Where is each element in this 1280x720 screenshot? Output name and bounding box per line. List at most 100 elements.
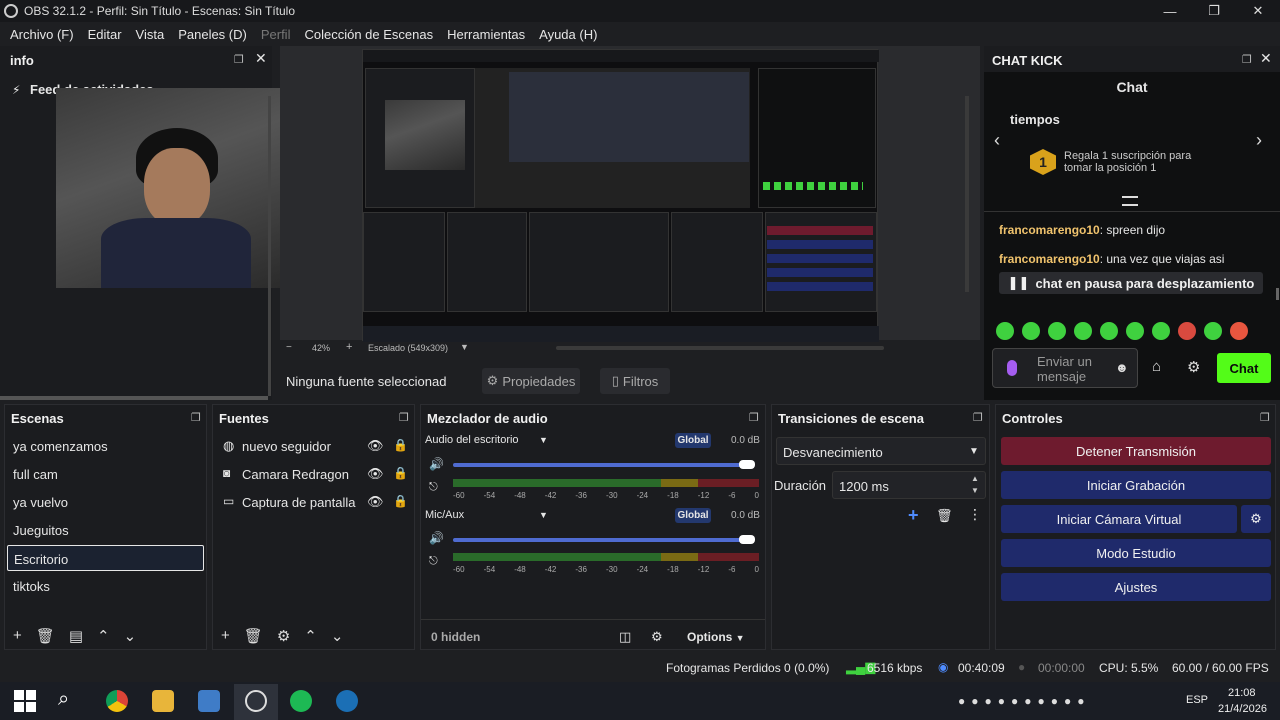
scrollbar[interactable]: [0, 396, 268, 400]
chrome-icon[interactable]: [106, 690, 128, 712]
gear-icon[interactable]: ⚙: [1241, 505, 1271, 533]
undock-icon[interactable]: ❐: [749, 411, 759, 424]
emoji-icon[interactable]: ☻: [1115, 360, 1129, 375]
emote-icon[interactable]: [1074, 322, 1092, 340]
windows-start-icon[interactable]: [14, 690, 36, 712]
trash-icon[interactable]: 🗑: [36, 627, 55, 645]
volume-slider[interactable]: [453, 538, 745, 542]
scene-item[interactable]: Jueguitos: [13, 523, 69, 538]
source-item[interactable]: nuevo seguidor: [242, 439, 331, 454]
gear-icon[interactable]: ⚙: [651, 629, 663, 645]
menu-vista[interactable]: Vista: [136, 27, 165, 42]
properties-button[interactable]: ⚙ Propiedades: [482, 368, 580, 394]
eye-icon[interactable]: 👁: [367, 494, 384, 510]
menu-ayuda[interactable]: Ayuda (H): [539, 27, 597, 42]
chevron-right-icon[interactable]: ›: [1256, 130, 1262, 151]
trash-icon[interactable]: 🗑: [936, 508, 953, 524]
restore-icon[interactable]: ❐: [1192, 0, 1236, 22]
scrollbar[interactable]: [556, 346, 884, 350]
undock-icon[interactable]: ❐: [1242, 53, 1252, 66]
lock-icon[interactable]: 🔒: [393, 466, 408, 480]
minimize-icon[interactable]: —: [1148, 0, 1192, 22]
arrow-up-icon[interactable]: ⌃: [97, 627, 110, 645]
scrollbar[interactable]: [965, 96, 969, 292]
emote-icon[interactable]: [1022, 322, 1040, 340]
send-chat-button[interactable]: Chat: [1217, 353, 1271, 383]
undock-icon[interactable]: ❐: [234, 53, 244, 66]
scrollbar[interactable]: [1276, 288, 1279, 300]
obs-icon[interactable]: [245, 690, 267, 712]
undock-icon[interactable]: ❐: [1260, 411, 1270, 424]
undock-icon[interactable]: ❐: [399, 411, 409, 424]
scene-item-selected[interactable]: Escritorio: [7, 545, 204, 571]
eye-icon[interactable]: 👁: [367, 438, 384, 454]
stop-stream-button[interactable]: Detener Transmisión: [1001, 437, 1271, 465]
scene-item[interactable]: full cam: [13, 467, 58, 482]
arrow-down-icon[interactable]: ⌄: [124, 627, 137, 645]
emote-icon[interactable]: [996, 322, 1014, 340]
folder-icon[interactable]: [152, 690, 174, 712]
volume-icon[interactable]: 🔊: [429, 531, 444, 545]
lock-icon[interactable]: 🔒: [393, 494, 408, 508]
layout-icon[interactable]: ◫: [619, 629, 631, 645]
emote-icon[interactable]: [1100, 322, 1118, 340]
gear-icon[interactable]: ⚙: [1187, 358, 1200, 376]
search-icon[interactable]: ⌕: [58, 688, 69, 711]
start-record-button[interactable]: Iniciar Grabación: [1001, 471, 1271, 499]
close-icon[interactable]: ✕: [255, 50, 267, 67]
chat-input[interactable]: Enviar un mensaje ☻: [992, 348, 1138, 388]
emote-icon[interactable]: [1204, 322, 1222, 340]
scene-item[interactable]: ya comenzamos: [13, 439, 108, 454]
gear-icon[interactable]: ⚙: [277, 627, 290, 645]
menu-archivo[interactable]: Archivo (F): [10, 27, 74, 42]
filter-icon[interactable]: ▤: [69, 627, 83, 645]
channel-menu-icon[interactable]: ▼: [539, 435, 548, 445]
preview-canvas[interactable]: [362, 49, 879, 342]
close-icon[interactable]: ✕: [1236, 0, 1280, 22]
add-icon[interactable]: +: [221, 627, 230, 645]
channel-menu-icon[interactable]: ▼: [539, 510, 548, 520]
arrow-down-icon[interactable]: ⌄: [331, 627, 344, 645]
emote-icon[interactable]: [1048, 322, 1066, 340]
emote-icon[interactable]: [1152, 322, 1170, 340]
menu-editar[interactable]: Editar: [88, 27, 122, 42]
volume-knob[interactable]: [739, 460, 755, 469]
filters-button[interactable]: ▯ Filtros: [600, 368, 670, 394]
undock-icon[interactable]: ❐: [973, 411, 983, 424]
emote-icon[interactable]: [1178, 322, 1196, 340]
stepper-icon[interactable]: ▲ ▼: [971, 473, 979, 497]
close-icon[interactable]: ✕: [1260, 50, 1272, 67]
menu-herramientas[interactable]: Herramientas: [447, 27, 525, 42]
clock-date[interactable]: 21/4/2026: [1218, 703, 1267, 715]
audio-monitor-icon[interactable]: ⎋: [429, 555, 438, 568]
virtual-cam-button[interactable]: Iniciar Cámara Virtual: [1001, 505, 1237, 533]
menu-paneles[interactable]: Paneles (D): [178, 27, 247, 42]
source-item[interactable]: Camara Redragon: [242, 467, 349, 482]
scale-dropdown[interactable]: ▼: [460, 342, 469, 352]
settings-button[interactable]: Ajustes: [1001, 573, 1271, 601]
emote-icon[interactable]: [1230, 322, 1248, 340]
undock-icon[interactable]: ❐: [191, 411, 201, 424]
emote-icon[interactable]: [1126, 322, 1144, 340]
menu-perfil[interactable]: Perfil: [261, 27, 291, 42]
microphone-icon[interactable]: [1007, 360, 1017, 376]
arrow-up-icon[interactable]: ⌃: [304, 627, 317, 645]
audio-monitor-icon[interactable]: ⎋: [429, 481, 438, 494]
spotify-icon[interactable]: [290, 690, 312, 712]
volume-knob[interactable]: [739, 535, 755, 544]
zoom-in-button[interactable]: +: [346, 341, 352, 353]
trash-icon[interactable]: 🗑: [244, 627, 263, 645]
zoom-out-button[interactable]: −: [286, 342, 292, 353]
language-indicator[interactable]: ESP: [1186, 694, 1208, 706]
studio-mode-button[interactable]: Modo Estudio: [1001, 539, 1271, 567]
volume-icon[interactable]: 🔊: [429, 457, 444, 471]
scene-item[interactable]: tiktoks: [13, 579, 50, 594]
menu-coleccion[interactable]: Colección de Escenas: [304, 27, 433, 42]
chevron-left-icon[interactable]: ‹: [994, 130, 1000, 151]
more-icon[interactable]: ⋮: [968, 506, 982, 523]
scene-item[interactable]: ya vuelvo: [13, 495, 68, 510]
drag-handle-icon[interactable]: [1122, 196, 1138, 206]
app-icon[interactable]: [198, 690, 220, 712]
eye-icon[interactable]: 👁: [367, 466, 384, 482]
store-icon[interactable]: ⌂: [1152, 358, 1161, 375]
